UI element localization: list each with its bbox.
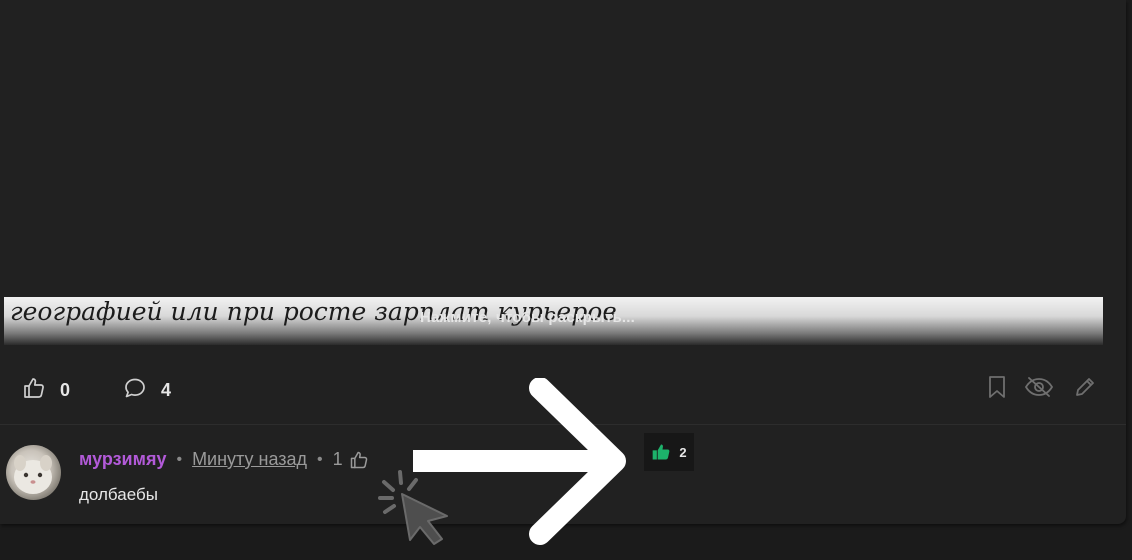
thumb-up-icon — [22, 376, 46, 405]
bookmark-button[interactable] — [987, 375, 1007, 404]
comment-author[interactable]: мурзимяу — [79, 449, 166, 470]
thumb-up-icon — [350, 451, 367, 468]
post-media-area — [0, 0, 1126, 296]
hide-post-button[interactable] — [1024, 376, 1054, 403]
comment-like-count: 1 — [332, 449, 343, 469]
pencil-icon — [1073, 375, 1097, 404]
avatar[interactable] — [6, 445, 61, 500]
comment-meta: мурзимяу • Минуту назад • 1 — [79, 449, 369, 470]
like-button[interactable]: 0 — [22, 376, 70, 405]
comment-time[interactable]: Минуту назад — [192, 449, 307, 470]
meta-separator: • — [317, 450, 323, 468]
click-cursor-icon — [378, 470, 448, 545]
edit-button[interactable] — [1073, 375, 1097, 404]
comment-like-button[interactable] — [349, 450, 369, 470]
comment-icon — [123, 376, 147, 405]
expand-post-label[interactable]: Нажмите, чтобы раскрыть... — [420, 309, 635, 326]
like-count: 0 — [60, 380, 71, 400]
liked-state-badge: 2 — [644, 433, 694, 471]
thumb-up-filled-icon — [651, 442, 671, 462]
comments-button[interactable]: 4 — [123, 376, 171, 405]
bookmark-icon — [987, 375, 1007, 404]
comment-text: долбаебы — [79, 485, 158, 504]
eye-off-icon — [1024, 376, 1054, 403]
liked-count: 2 — [679, 444, 687, 460]
meta-separator: • — [176, 450, 183, 468]
comment-count: 4 — [161, 380, 172, 400]
